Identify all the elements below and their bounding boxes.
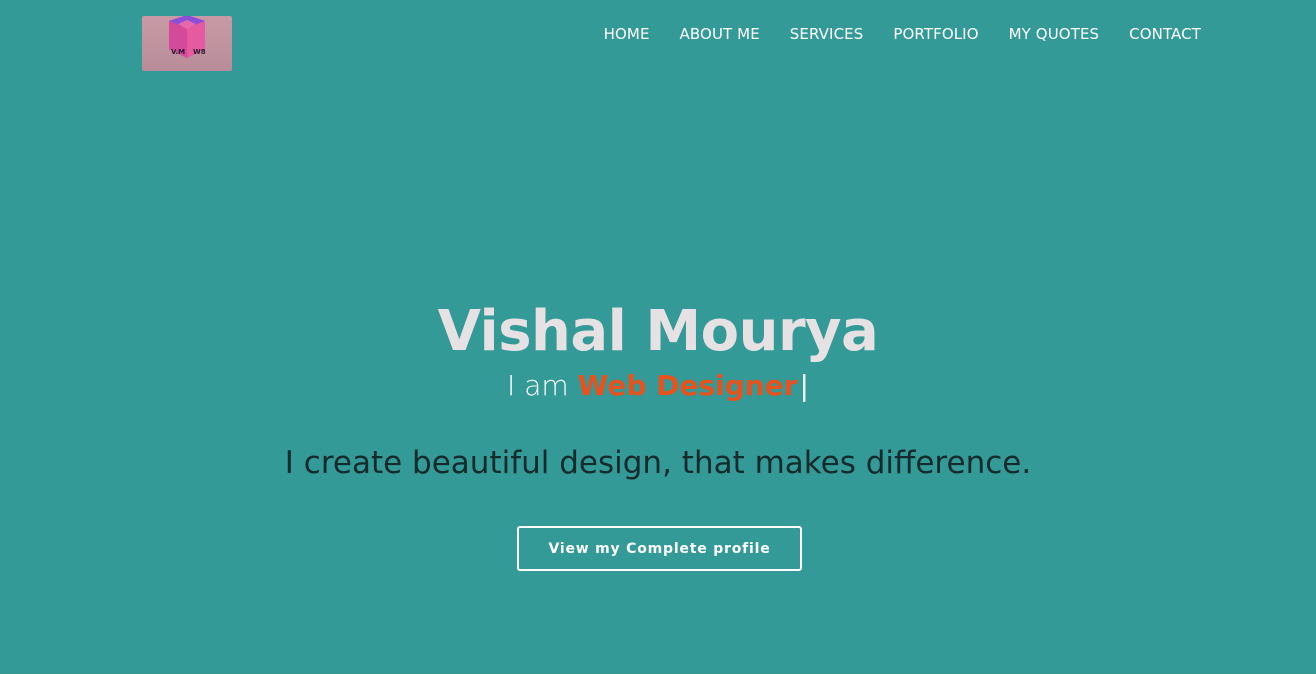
role-value: Web Designer (577, 369, 798, 402)
view-profile-button[interactable]: View my Complete profile (517, 526, 802, 571)
hero-role-line: I am Web Designer| (0, 366, 1316, 406)
hero-section: Vishal Mourya I am Web Designer| I creat… (0, 0, 1316, 674)
role-prefix: I am (507, 369, 578, 402)
typing-cursor: | (799, 369, 809, 402)
hero-name: Vishal Mourya (437, 299, 879, 364)
hero-tagline: I create beautiful design, that makes di… (284, 445, 1032, 481)
